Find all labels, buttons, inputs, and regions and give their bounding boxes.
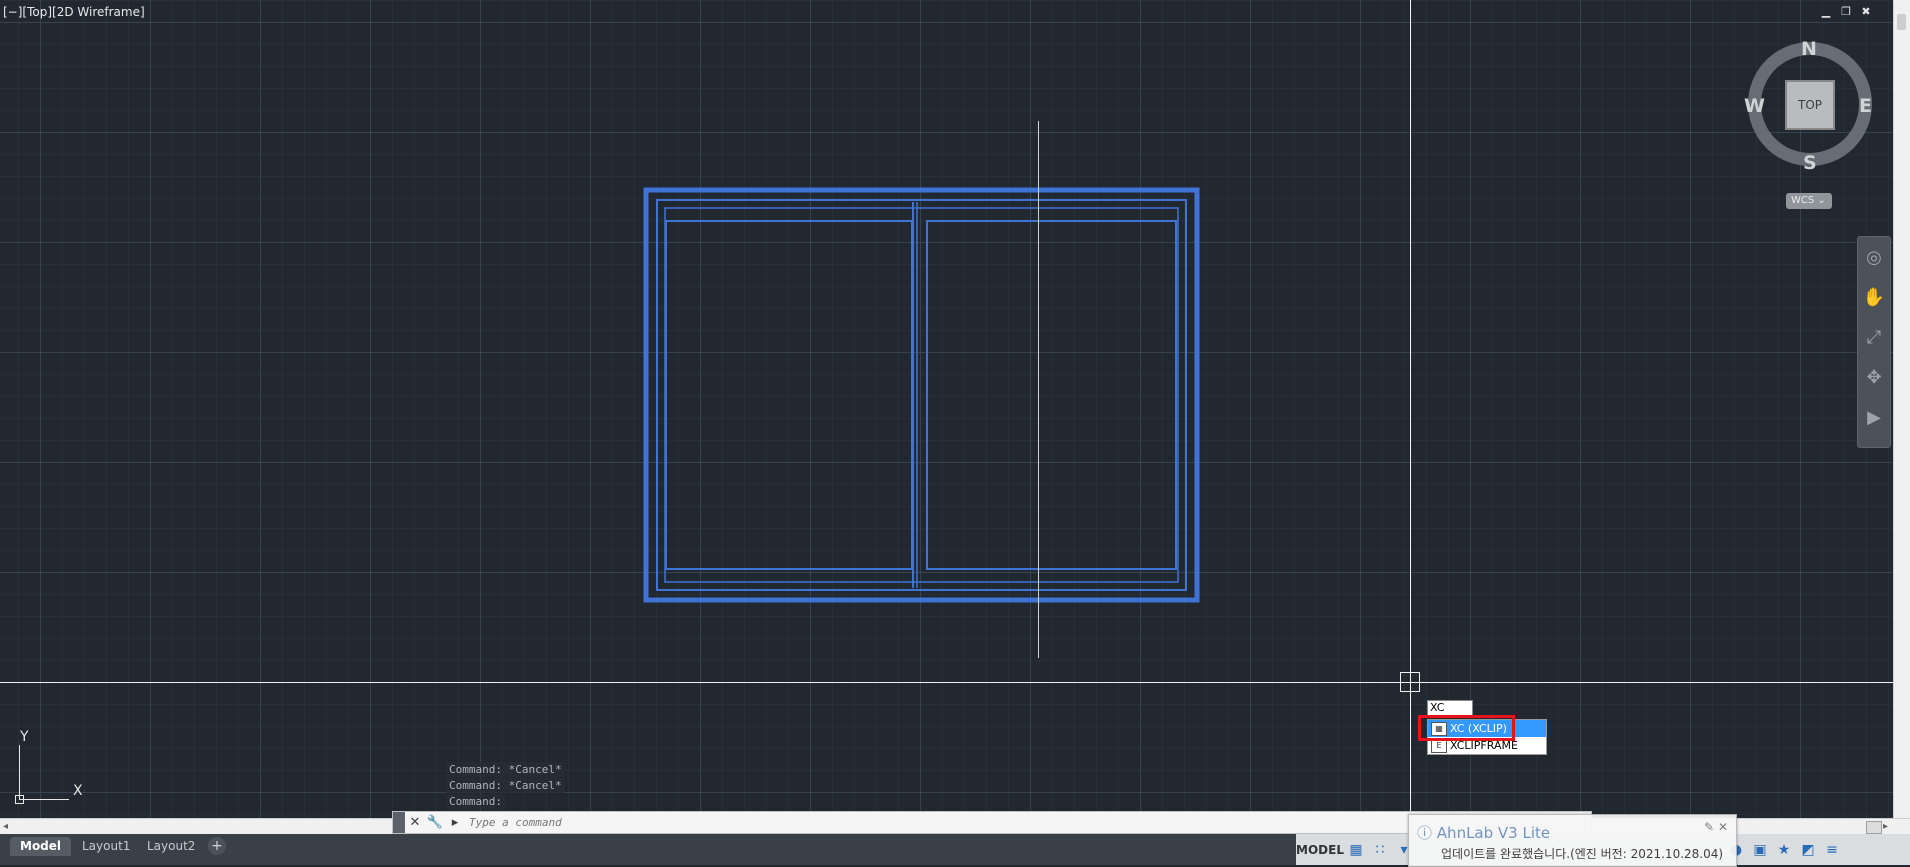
- outer-frame[interactable]: [643, 187, 1200, 603]
- command-line-grip[interactable]: [393, 812, 405, 833]
- inner-frame-2[interactable]: [664, 207, 1179, 583]
- command-history: Command: *Cancel* Command: *Cancel* Comm…: [446, 762, 565, 810]
- history-line: Command: *Cancel*: [446, 778, 565, 793]
- recent-commands-icon[interactable]: ▸: [445, 815, 465, 830]
- crosshair-vertical: [1410, 0, 1411, 818]
- crosshair-pickbox: [1400, 672, 1420, 692]
- antivirus-notification[interactable]: ⓘ AhnLab V3 Lite 업데이트를 완료했습니다.(엔진 버전: 20…: [1408, 814, 1737, 867]
- compass-north[interactable]: N: [1801, 38, 1817, 60]
- notification-message: 업데이트를 완료했습니다.(엔진 버전: 2021.10.28.04): [1441, 847, 1724, 861]
- wcs-dropdown[interactable]: WCS ⌄: [1786, 193, 1832, 209]
- tab-layout1[interactable]: Layout1: [72, 837, 140, 856]
- vertical-scroll-thumb[interactable]: [1897, 14, 1906, 30]
- compass-west[interactable]: W: [1744, 95, 1765, 117]
- info-icon: ⓘ: [1417, 824, 1433, 842]
- history-line: Command:: [446, 794, 505, 809]
- navigation-bar: ◎ ✋ ⤢ ✥ ▶: [1857, 236, 1891, 448]
- ucs-origin: [15, 795, 24, 804]
- inner-frame[interactable]: [656, 199, 1187, 591]
- showmotion-icon[interactable]: ▶: [1861, 405, 1887, 431]
- right-panel[interactable]: [926, 220, 1177, 570]
- add-layout-button[interactable]: +: [208, 837, 226, 855]
- left-panel[interactable]: [665, 220, 913, 570]
- snap-icon[interactable]: ∷: [1371, 841, 1389, 859]
- scroll-right-icon[interactable]: ▸: [1883, 821, 1888, 832]
- orbit-icon[interactable]: ✥: [1861, 365, 1887, 391]
- notification-close-icon[interactable]: ✕: [1718, 820, 1728, 834]
- annotation-icon[interactable]: ★: [1775, 841, 1793, 859]
- grid-icon[interactable]: ▦: [1347, 841, 1365, 859]
- block-drawing[interactable]: [0, 0, 1894, 818]
- compass-east[interactable]: E: [1859, 95, 1872, 117]
- customize-icon[interactable]: 🔧: [425, 815, 445, 830]
- zoom-extents-icon[interactable]: ⤢: [1861, 325, 1887, 351]
- clean-screen-icon[interactable]: ▣: [1751, 841, 1769, 859]
- model-space-button[interactable]: MODEL: [1296, 843, 1344, 857]
- customization-menu-icon[interactable]: ≡: [1823, 841, 1841, 859]
- notification-controls: ✎ ✕: [1704, 820, 1728, 834]
- tab-layout2[interactable]: Layout2: [137, 837, 205, 856]
- fullscreen-icon[interactable]: ◩: [1799, 841, 1817, 859]
- pan-icon[interactable]: ✋: [1861, 285, 1887, 311]
- dynamic-input-field[interactable]: XC: [1427, 700, 1473, 716]
- compass-south[interactable]: S: [1803, 152, 1817, 174]
- steering-wheel-icon[interactable]: ◎: [1861, 245, 1887, 271]
- annotation-highlight-box: [1418, 715, 1515, 741]
- ucs-y-label: Y: [20, 729, 29, 745]
- ucs-x-label: X: [73, 783, 83, 799]
- command-input[interactable]: [465, 816, 1373, 829]
- ucs-y-axis: [19, 745, 20, 799]
- pin-icon[interactable]: ✎: [1704, 820, 1714, 834]
- crosshair-horizontal: [0, 682, 1894, 683]
- close-command-line-icon[interactable]: ✕: [405, 815, 425, 830]
- construction-line: [1038, 121, 1039, 658]
- history-line: Command: *Cancel*: [446, 762, 565, 777]
- notification-title: ⓘ AhnLab V3 Lite: [1417, 824, 1551, 842]
- scroll-left-icon[interactable]: ◂: [3, 821, 8, 832]
- viewcube-top-face[interactable]: TOP: [1785, 80, 1835, 130]
- vertical-scrollbar[interactable]: [1893, 0, 1910, 818]
- tab-model[interactable]: Model: [10, 837, 72, 856]
- ucs-x-axis: [19, 799, 69, 800]
- scroll-corner-box: [1866, 821, 1882, 834]
